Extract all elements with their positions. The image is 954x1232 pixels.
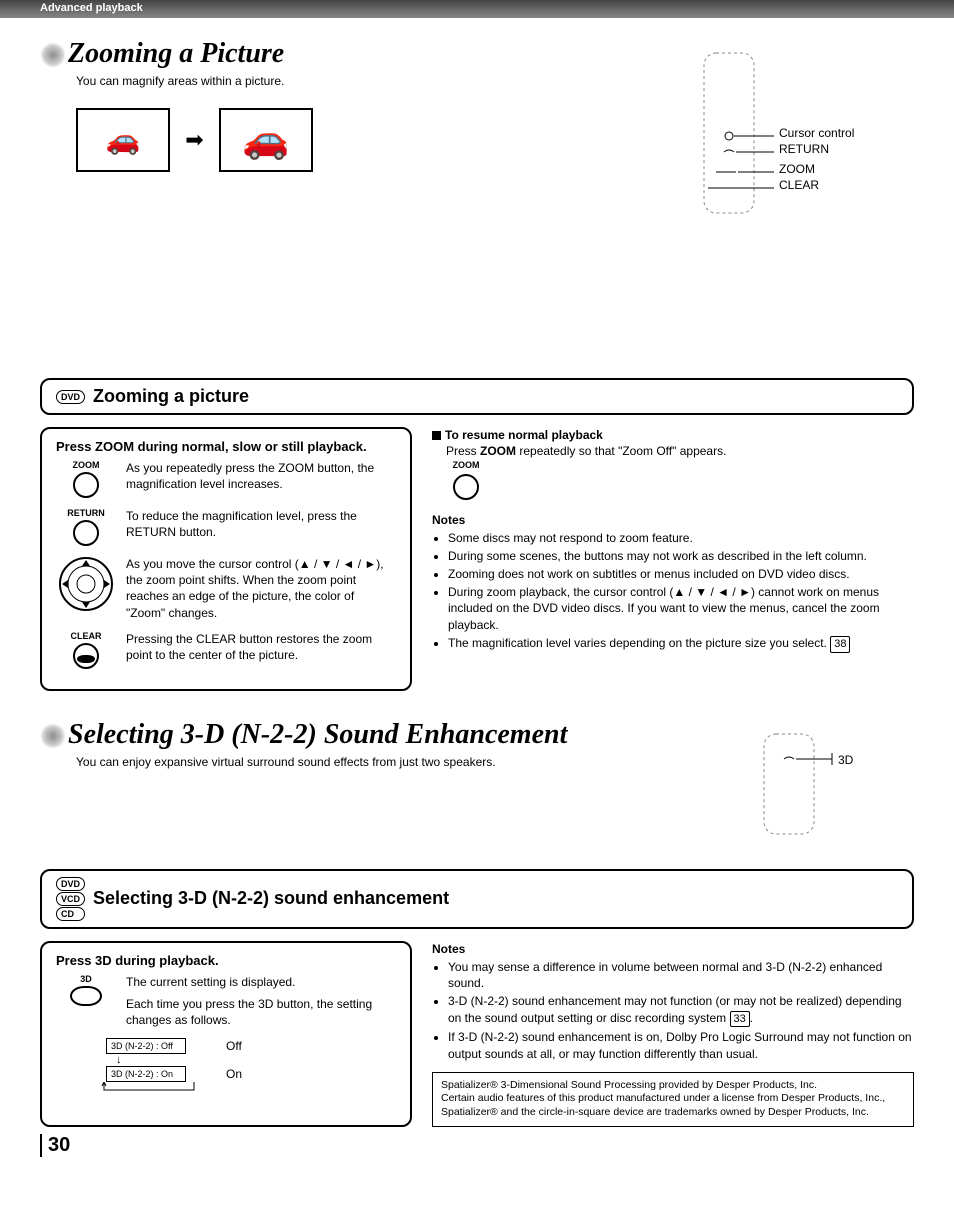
zoom-inst-head: Press ZOOM during normal, slow or still … (56, 439, 396, 454)
state-off-box: 3D (N-2-2) : Off (106, 1038, 186, 1054)
zoom-right-column: To resume normal playback Press ZOOM rep… (432, 427, 914, 691)
3d-text: The current setting is displayed. Each t… (126, 974, 396, 1029)
zoom-notes-list: Some discs may not respond to zoom featu… (432, 530, 914, 653)
square-bullet-icon (432, 431, 441, 440)
zoom-notes-head: Notes (432, 512, 914, 528)
label-clear: CLEAR (779, 178, 909, 192)
return-text: To reduce the magnification level, press… (126, 508, 396, 540)
zoom-title: Zooming a Picture (40, 38, 694, 70)
zoom-button-icon: ZOOM (56, 460, 116, 498)
car-small-icon: 🚗 (106, 124, 141, 155)
return-button-icon: RETURN (56, 508, 116, 546)
state-off-label: Off (226, 1039, 242, 1053)
sound-instruction-panel: Press 3D during playback. 3D The current… (40, 941, 412, 1127)
remote-diagram-3d: 3D (754, 729, 914, 853)
sound-notes-head: Notes (432, 941, 914, 957)
legal-footer: Spatializer® 3-Dimensional Sound Process… (432, 1072, 914, 1127)
state-on-box: 3D (N-2-2) : On (106, 1066, 186, 1082)
sound-right-column: Notes You may sense a difference in volu… (432, 941, 914, 1127)
page-number: 30 (40, 1134, 70, 1157)
zoom-instruction-panel: Press ZOOM during normal, slow or still … (40, 427, 412, 691)
dvd-badge: DVD (56, 390, 85, 404)
remote-diagram-zoom: Cursor control RETURN ZOOM CLEAR (694, 48, 914, 362)
label-3d: 3D (838, 753, 954, 767)
state-on-label: On (226, 1067, 242, 1081)
arrow-right-icon: ➡ (174, 127, 214, 153)
ornament-icon (40, 42, 66, 68)
label-cursor: Cursor control (779, 126, 909, 140)
dvd-badge: DVD (56, 877, 85, 891)
sound-subtitle: You can enjoy expansive virtual surround… (76, 755, 754, 769)
vcd-badge: VCD (56, 892, 85, 906)
resume-head: To resume normal playback (445, 428, 603, 442)
label-return: RETURN (779, 142, 909, 156)
sound-notes-list: You may sense a difference in volume bet… (432, 959, 914, 1062)
ornament-icon (40, 723, 66, 749)
zoom-text: As you repeatedly press the ZOOM button,… (126, 460, 396, 492)
sound-inst-head: Press 3D during playback. (56, 953, 396, 968)
clear-button-icon: CLEAR (56, 631, 116, 669)
loop-bracket-icon (94, 1082, 294, 1102)
zoom-illustration: 🚗 ➡ 🚗 (76, 108, 694, 172)
section-header: Advanced playback (0, 0, 954, 18)
clear-text: Pressing the CLEAR button restores the z… (126, 631, 396, 663)
page-ref-38: 38 (830, 636, 850, 653)
page-ref-33: 33 (730, 1011, 750, 1028)
car-large-icon: 🚗 (242, 119, 289, 161)
arrow-down-icon: ↓ (116, 1054, 396, 1066)
zoom-section-bar: DVD Zooming a picture (40, 378, 914, 415)
label-zoom: ZOOM (779, 162, 909, 176)
sound-title: Selecting 3-D (N-2-2) Sound Enhancement (40, 719, 754, 751)
zoom-subtitle: You can magnify areas within a picture. (76, 74, 694, 88)
cd-badge: CD (56, 907, 85, 921)
sound-section-bar: DVD VCD CD Selecting 3-D (N-2-2) sound e… (40, 869, 914, 929)
3d-button-icon: 3D (56, 974, 116, 1006)
cursor-text: As you move the cursor control (▲ / ▼ / … (126, 556, 396, 621)
cursor-pad-icon (56, 556, 116, 614)
resume-zoom-icon: ZOOM (446, 459, 486, 499)
